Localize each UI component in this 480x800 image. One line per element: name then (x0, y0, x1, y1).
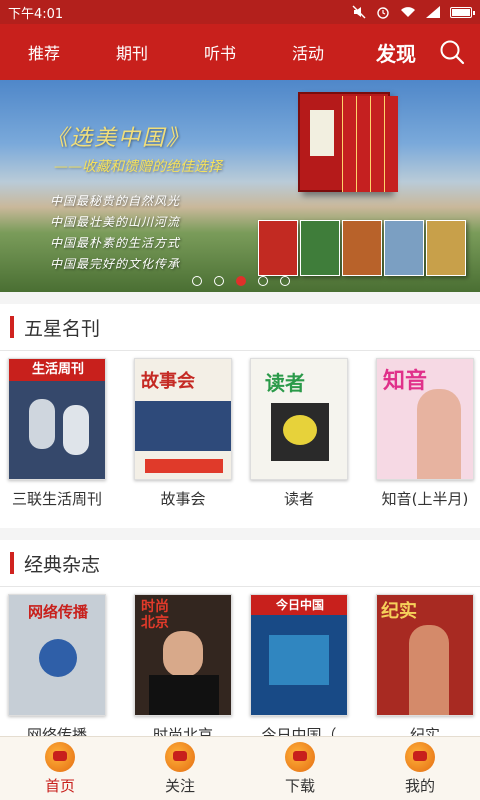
banner-line: 中国最壮美的山川河流 (50, 215, 181, 229)
book-cover-image (426, 220, 466, 276)
divider (0, 586, 480, 587)
bottom-tab-download[interactable]: 下载 (240, 737, 360, 800)
magazine-name: 故事会 (160, 490, 206, 508)
carousel-indicator (192, 276, 290, 286)
top-nav: 推荐 期刊 听书 活动 发现 (0, 24, 480, 80)
bottom-tab-label: 下载 (284, 776, 315, 795)
promo-banner[interactable]: 《选美中国》 ——收藏和馈赠的绝佳选择 中国最秘贵的自然风光 中国最壮美的山川河… (0, 80, 480, 292)
wifi-icon (401, 7, 415, 17)
bottom-tab-follow[interactable]: 关注 (120, 737, 240, 800)
cover-title: 知音 (383, 369, 428, 394)
cover-title: 网络传播 (27, 603, 88, 621)
banner-line: 中国最秘贵的自然风光 (50, 194, 181, 208)
cover-title: 时尚北京 (141, 599, 169, 631)
magazine-name: 知音(上半月) (381, 490, 469, 508)
section-accent-bar (10, 552, 14, 574)
tab-events[interactable]: 活动 (264, 40, 352, 64)
cover-title: 纪实 (381, 601, 417, 622)
banner-line: 中国最完好的文化传承 (50, 257, 181, 271)
bottom-nav: 首页 关注 下载 我的 (0, 736, 480, 800)
carousel-dot-active[interactable] (236, 276, 246, 286)
profile-icon (405, 741, 435, 772)
magazine-item[interactable]: 故事会 故事会 (128, 358, 238, 509)
magazine-cover: 生活周刊 (8, 358, 106, 480)
tab-periodicals[interactable]: 期刊 (88, 40, 176, 64)
book-cover-image (342, 220, 382, 276)
carousel-dot[interactable] (280, 276, 290, 286)
status-bar: 下午4:01 (0, 0, 480, 24)
bottom-tab-label: 首页 (44, 776, 75, 795)
banner-line: 中国最朴素的生活方式 (50, 236, 181, 250)
book-spine (370, 96, 384, 192)
magazine-cover: 网络传播 (8, 594, 106, 716)
magazine-item[interactable]: 生活周刊 三联生活周刊 (2, 358, 112, 509)
divider (0, 350, 480, 351)
section-classic: 经典杂志 网络传播 网络传播 时尚北京 时尚北京 今日中国 今日中国（ 纪实 纪… (0, 540, 480, 744)
cover-title: 今日中国 (251, 595, 347, 615)
mute-icon (352, 5, 366, 19)
book-spine (342, 96, 356, 192)
book-cover-image (384, 220, 424, 276)
alarm-icon (377, 7, 389, 19)
carousel-dot[interactable] (214, 276, 224, 286)
status-icons (352, 5, 475, 19)
banner-title: 《选美中国》 (46, 126, 191, 151)
carousel-dot[interactable] (258, 276, 268, 286)
magazine-item[interactable]: 今日中国 今日中国（ (244, 594, 354, 745)
download-icon (285, 741, 315, 772)
magazine-item[interactable]: 时尚北京 时尚北京 (128, 594, 238, 745)
book-box-label (310, 110, 334, 156)
magazine-name: 读者 (283, 490, 314, 508)
book-spine (356, 96, 370, 192)
book-cover-image (258, 220, 298, 276)
magazine-cover: 纪实 (376, 594, 474, 716)
follow-icon (165, 741, 195, 772)
status-time: 下午4:01 (8, 6, 64, 22)
signal-icon (426, 6, 440, 18)
book-spine (384, 96, 398, 192)
magazine-item[interactable]: 纪实 纪实 (370, 594, 480, 745)
cover-title: 故事会 (141, 371, 195, 392)
app-screen: 下午4:01 推荐 期刊 听书 活动 发现 《选美中国》 ——收藏和馈赠的绝佳选… (0, 0, 480, 800)
carousel-dot[interactable] (192, 276, 202, 286)
section-accent-bar (10, 316, 14, 338)
book-cover-image (300, 220, 340, 276)
magazine-cover: 故事会 (134, 358, 232, 480)
bottom-tab-profile[interactable]: 我的 (360, 737, 480, 800)
banner-subtitle: ——收藏和馈赠的绝佳选择 (54, 159, 222, 175)
magazine-cover: 知音 (376, 358, 474, 480)
bottom-tab-label: 我的 (404, 776, 435, 795)
bottom-tab-label: 关注 (164, 776, 195, 795)
magazine-item[interactable]: 知音 知音(上半月) (370, 358, 480, 509)
magazine-item[interactable]: 读者 读者 (244, 358, 354, 509)
tab-discover[interactable]: 发现 (352, 38, 440, 67)
search-icon[interactable] (438, 38, 466, 66)
cover-title: 读者 (265, 371, 305, 395)
magazine-name: 三联生活周刊 (11, 490, 102, 508)
tab-audiobooks[interactable]: 听书 (176, 40, 264, 64)
battery-icon (450, 6, 475, 18)
home-icon (45, 741, 75, 772)
bottom-tab-home[interactable]: 首页 (0, 737, 120, 800)
section-header: 五星名刊 (0, 304, 480, 350)
magazine-cover: 时尚北京 (134, 594, 232, 716)
section-title: 经典杂志 (24, 553, 101, 576)
tab-recommend[interactable]: 推荐 (0, 40, 88, 64)
section-title: 五星名刊 (24, 317, 101, 340)
magazine-item[interactable]: 网络传播 网络传播 (2, 594, 112, 745)
magazine-cover: 读者 (250, 358, 348, 480)
cover-title: 生活周刊 (9, 359, 105, 381)
magazine-cover: 今日中国 (250, 594, 348, 716)
section-five-star: 五星名刊 生活周刊 三联生活周刊 故事会 故事会 读者 读者 知音 知音(上半月… (0, 304, 480, 528)
section-header: 经典杂志 (0, 540, 480, 586)
